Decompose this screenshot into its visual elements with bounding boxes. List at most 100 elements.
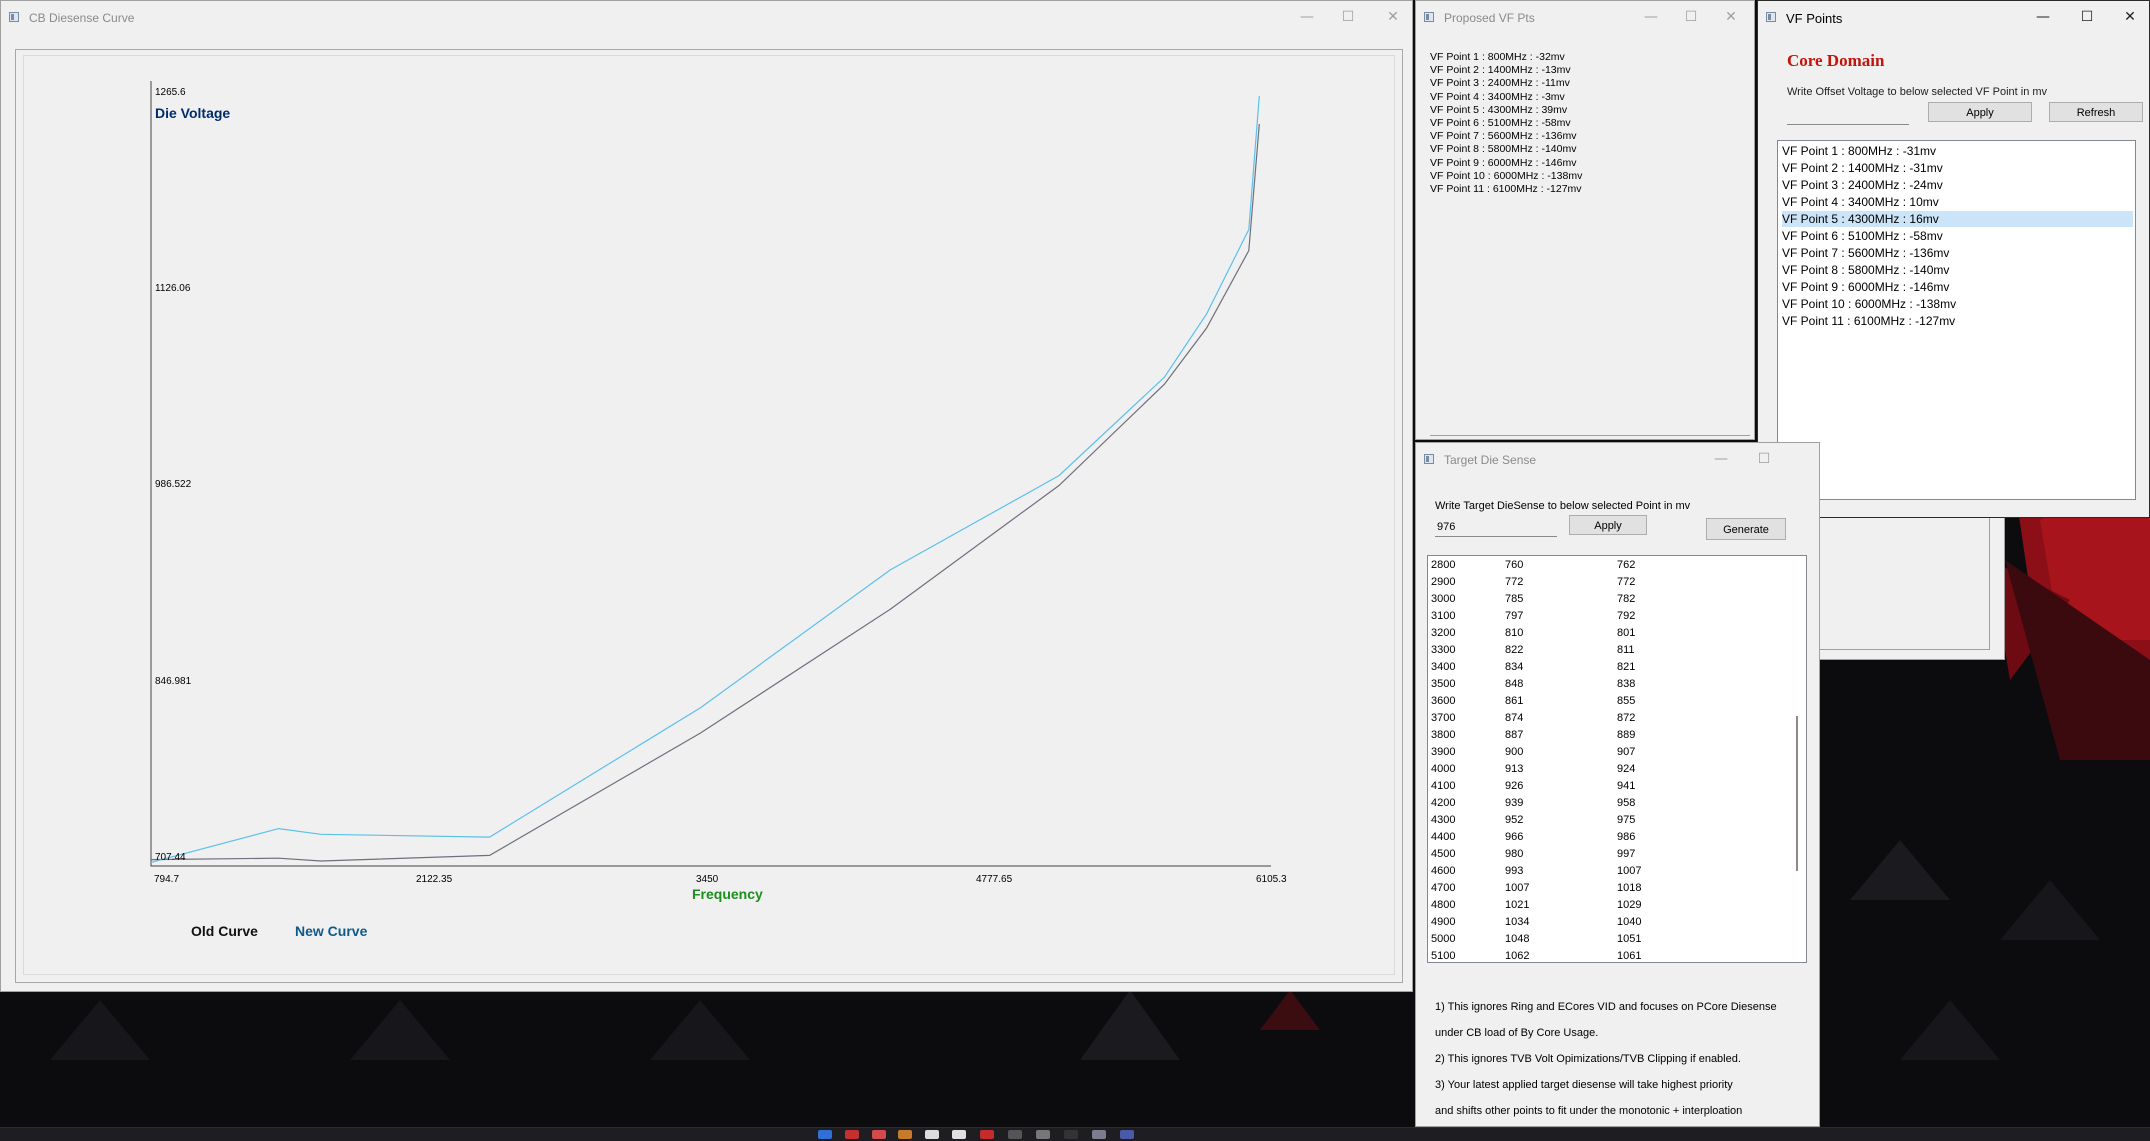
vf-point-item[interactable]: VF Point 11 : 6100MHz : -127mv xyxy=(1782,313,2133,329)
table-row[interactable]: 2900 772 772 xyxy=(1431,574,1781,591)
table-cell: 797 xyxy=(1505,610,1524,622)
table-cell: 1007 xyxy=(1505,882,1530,894)
table-row[interactable]: 3700 874 872 xyxy=(1431,710,1781,727)
table-row[interactable]: 4700 1007 1018 xyxy=(1431,880,1781,897)
close-icon[interactable]: ✕ xyxy=(2108,3,2149,31)
close-icon[interactable]: ✕ xyxy=(1371,3,1412,31)
taskbar-icon[interactable] xyxy=(1008,1130,1022,1139)
taskbar-icon[interactable] xyxy=(898,1130,912,1139)
vf-point-item[interactable]: VF Point 3 : 2400MHz : -24mv xyxy=(1782,177,2133,193)
table-cell: 1007 xyxy=(1617,865,1642,877)
table-row[interactable]: 3800 887 889 xyxy=(1431,727,1781,744)
table-cell: 4600 xyxy=(1431,865,1456,877)
table-row[interactable]: 4000 913 924 xyxy=(1431,761,1781,778)
vf-point-item[interactable]: VF Point 6 : 5100MHz : -58mv xyxy=(1782,228,2133,244)
table-row[interactable]: 3000 785 782 xyxy=(1431,591,1781,608)
vf-point-item[interactable]: VF Point 2 : 1400MHz : -31mv xyxy=(1782,160,2133,176)
table-cell: 822 xyxy=(1505,644,1524,656)
table-row[interactable]: 4300 952 975 xyxy=(1431,812,1781,829)
vf-point-item[interactable]: VF Point 9 : 6000MHz : -146mv xyxy=(1782,279,2133,295)
vf-titlebar[interactable]: VF Points — ☐ ✕ xyxy=(1758,1,2149,33)
table-row[interactable]: 4200 939 958 xyxy=(1431,795,1781,812)
taskbar-icon[interactable] xyxy=(1064,1130,1078,1139)
taskbar-icon[interactable] xyxy=(980,1130,994,1139)
minimize-icon[interactable]: — xyxy=(2021,3,2065,31)
minimize-icon[interactable]: — xyxy=(1699,445,1743,473)
table-cell: 872 xyxy=(1617,712,1636,724)
maximize-icon[interactable]: ☐ xyxy=(1669,3,1713,31)
table-row[interactable]: 5000 1048 1051 xyxy=(1431,931,1781,948)
table-cell: 926 xyxy=(1505,780,1524,792)
table-cell: 889 xyxy=(1617,729,1636,741)
offset-voltage-input[interactable] xyxy=(1787,106,1909,125)
taskbar-icon[interactable] xyxy=(1120,1130,1134,1139)
table-row[interactable]: 4900 1034 1040 xyxy=(1431,914,1781,931)
maximize-icon[interactable]: ☐ xyxy=(2065,3,2109,31)
table-cell: 1061 xyxy=(1617,950,1642,962)
table-row[interactable]: 4400 966 986 xyxy=(1431,829,1781,846)
minimize-icon[interactable]: — xyxy=(1629,3,1673,31)
taskbar-icon[interactable] xyxy=(925,1130,939,1139)
taskbar-icon[interactable] xyxy=(952,1130,966,1139)
table-cell: 3700 xyxy=(1431,712,1456,724)
table-row[interactable]: 4100 926 941 xyxy=(1431,778,1781,795)
table-row[interactable]: 2800 760 762 xyxy=(1431,557,1781,574)
taskbar-icon[interactable] xyxy=(1092,1130,1106,1139)
note-line: under CB load of By Core Usage. xyxy=(1435,1027,1599,1039)
table-row[interactable]: 4800 1021 1029 xyxy=(1431,897,1781,914)
table-row[interactable]: 4500 980 997 xyxy=(1431,846,1781,863)
table-row[interactable]: 3900 900 907 xyxy=(1431,744,1781,761)
table-row[interactable]: 3300 822 811 xyxy=(1431,642,1781,659)
table-row[interactable]: 3400 834 821 xyxy=(1431,659,1781,676)
scrollbar-thumb[interactable] xyxy=(1796,716,1798,871)
table-cell: 966 xyxy=(1505,831,1524,843)
vf-point-item-selected[interactable]: VF Point 5 : 4300MHz : 16mv xyxy=(1782,211,2133,227)
vf-points-list[interactable]: VF Point 1 : 800MHz : -31mv VF Point 2 :… xyxy=(1777,140,2136,500)
vf-point-item[interactable]: VF Point 1 : 800MHz : -31mv xyxy=(1782,143,2133,159)
table-cell: 952 xyxy=(1505,814,1524,826)
vf-point-item[interactable]: VF Point 4 : 3400MHz : 10mv xyxy=(1782,194,2133,210)
apply-target-button[interactable]: Apply xyxy=(1569,515,1647,535)
table-row[interactable]: 5100 1062 1061 xyxy=(1431,948,1781,962)
minimize-icon[interactable]: — xyxy=(1285,3,1329,31)
table-cell: 3300 xyxy=(1431,644,1456,656)
table-cell: 1018 xyxy=(1617,882,1642,894)
table-row[interactable]: 3100 797 792 xyxy=(1431,608,1781,625)
table-cell: 4500 xyxy=(1431,848,1456,860)
table-cell: 1048 xyxy=(1505,933,1530,945)
taskbar-icon[interactable] xyxy=(872,1130,886,1139)
close-icon[interactable]: ✕ xyxy=(1709,3,1753,31)
apply-offset-button[interactable]: Apply xyxy=(1928,102,2032,122)
taskbar-icon[interactable] xyxy=(845,1130,859,1139)
table-row[interactable]: 4600 993 1007 xyxy=(1431,863,1781,880)
refresh-button[interactable]: Refresh xyxy=(2049,102,2143,122)
legend-new-curve: New Curve xyxy=(295,923,368,939)
maximize-icon[interactable]: ☐ xyxy=(1742,445,1786,473)
taskbar-icon[interactable] xyxy=(818,1130,832,1139)
divider xyxy=(1430,435,1750,436)
table-cell: 3900 xyxy=(1431,746,1456,758)
x-tick-label: 6105.3 xyxy=(1256,874,1287,885)
chart-axes xyxy=(150,81,1271,867)
table-cell: 782 xyxy=(1617,593,1636,605)
curve-titlebar[interactable]: CB Diesense Curve — ☐ ✕ xyxy=(1,1,1412,33)
diesense-table[interactable]: 2800 760 762 2900 772 772 3000 785 782 3100 797 792… xyxy=(1427,555,1807,963)
new-curve-line xyxy=(150,95,1260,863)
vf-point-item[interactable]: VF Point 10 : 6000MHz : -138mv xyxy=(1782,296,2133,312)
proposed-vf-item: VF Point 10 : 6000MHz : -138mv xyxy=(1430,169,1583,182)
maximize-icon[interactable]: ☐ xyxy=(1326,3,1370,31)
proposed-titlebar[interactable]: Proposed VF Pts — ☐ ✕ xyxy=(1416,1,1754,33)
vf-point-item[interactable]: VF Point 7 : 5600MHz : -136mv xyxy=(1782,245,2133,261)
table-row[interactable]: 3600 861 855 xyxy=(1431,693,1781,710)
generate-button[interactable]: Generate xyxy=(1706,518,1786,540)
vf-point-item[interactable]: VF Point 8 : 5800MHz : -140mv xyxy=(1782,262,2133,278)
proposed-vf-item: VF Point 2 : 1400MHz : -13mv xyxy=(1430,64,1571,77)
table-row[interactable]: 3200 810 801 xyxy=(1431,625,1781,642)
taskbar-icon[interactable] xyxy=(1036,1130,1050,1139)
target-diesense-input[interactable] xyxy=(1435,518,1557,537)
table-row[interactable]: 3500 848 838 xyxy=(1431,676,1781,693)
target-titlebar[interactable]: Target Die Sense — ☐ xyxy=(1416,443,1819,475)
note-line: 1) This ignores Ring and ECores VID and … xyxy=(1435,1001,1777,1013)
background-window[interactable] xyxy=(1815,510,2005,660)
table-cell: 4800 xyxy=(1431,899,1456,911)
